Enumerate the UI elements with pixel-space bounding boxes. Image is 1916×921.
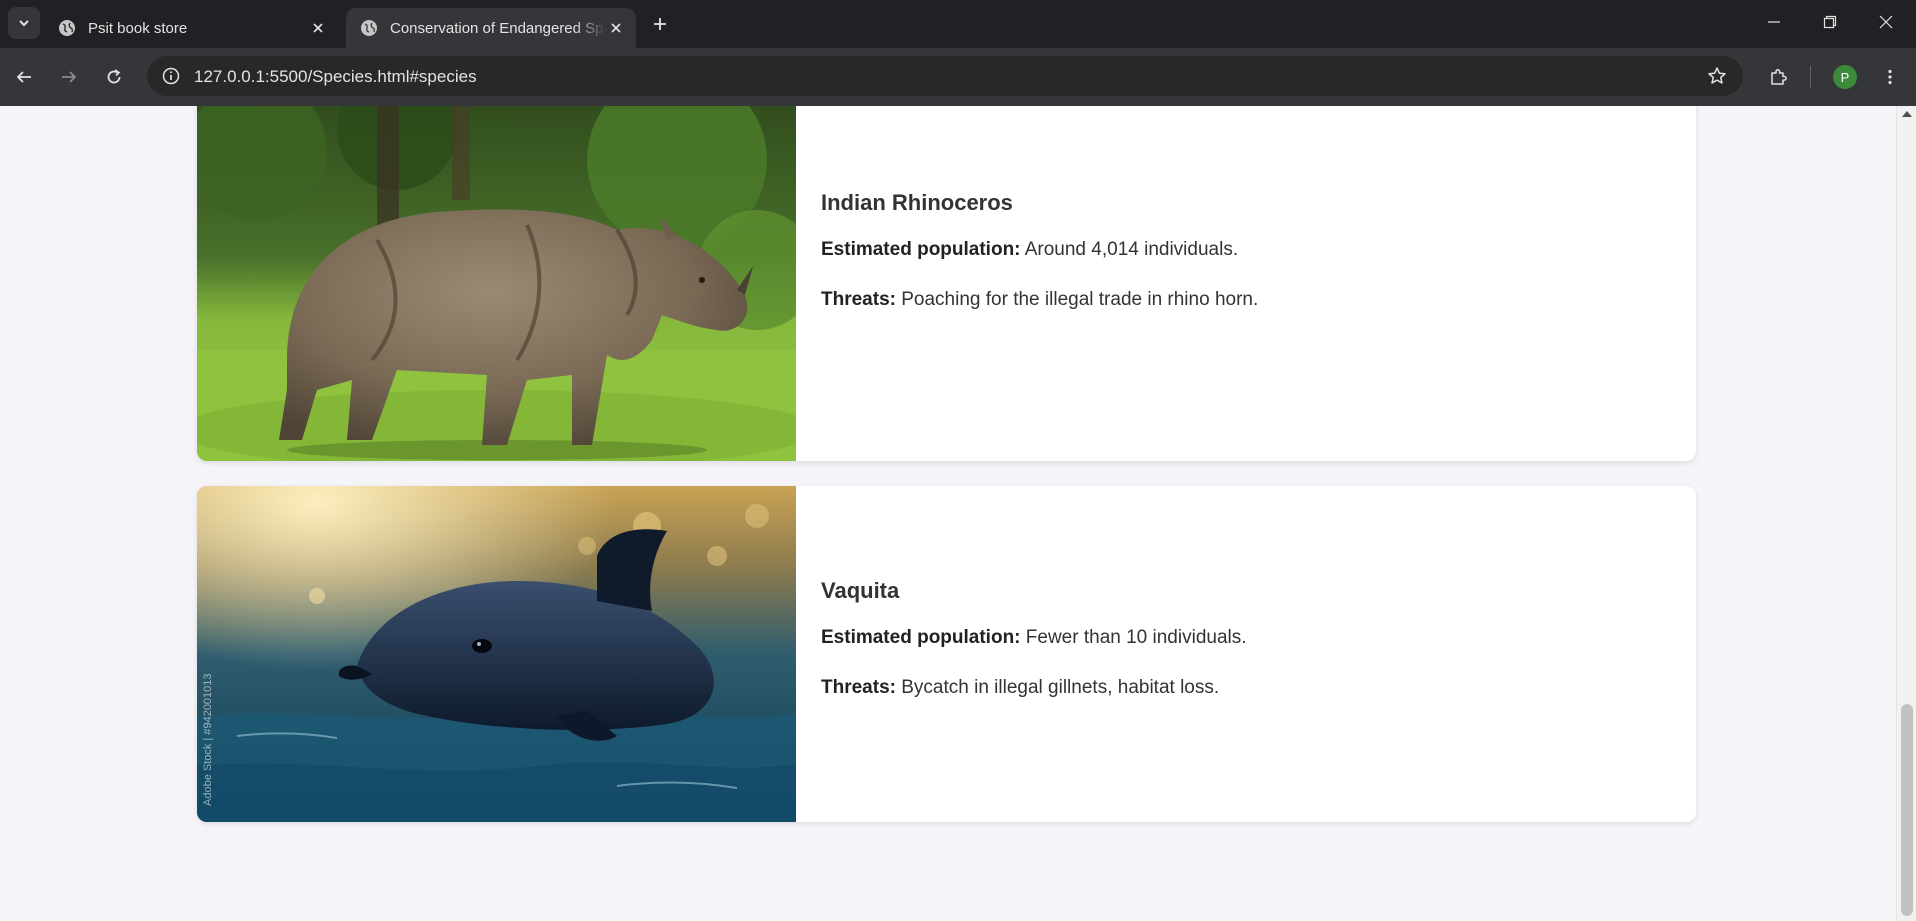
species-threats: Threats: Poaching for the illegal trade … [821, 289, 1258, 311]
url-text[interactable]: 127.0.0.1:5500/Species.html#species [194, 67, 477, 87]
species-population: Estimated population: Around 4,014 indiv… [821, 239, 1258, 261]
restore-button[interactable] [1802, 0, 1858, 44]
tab-psit-book-store[interactable]: Psit book store [44, 8, 338, 48]
arrow-right-icon [62, 71, 77, 83]
puzzle-icon [1771, 68, 1787, 85]
minimize-button[interactable] [1746, 0, 1802, 44]
profile-avatar[interactable]: P [1833, 65, 1857, 89]
extensions-button[interactable] [1762, 61, 1794, 93]
tab-title: Conservation of Endangered Species [390, 19, 606, 37]
info-icon [162, 67, 180, 85]
plus-icon [654, 18, 666, 30]
close-icon [1879, 15, 1893, 29]
species-card: Indian Rhinoceros Estimated population: … [197, 106, 1696, 461]
chevron-down-icon [19, 20, 29, 27]
scroll-up-arrow-icon[interactable] [1902, 111, 1912, 117]
page-scrollbar[interactable] [1896, 106, 1916, 921]
population-label: Estimated population: [821, 627, 1021, 648]
restore-icon [1823, 15, 1837, 29]
kebab-menu-icon [1888, 69, 1892, 85]
globe-icon [361, 20, 377, 36]
menu-button[interactable] [1874, 61, 1906, 93]
minimize-icon [1768, 21, 1780, 23]
address-bar[interactable]: 127.0.0.1:5500/Species.html#species [147, 56, 1743, 96]
threats-value: Poaching for the illegal trade in rhino … [901, 289, 1259, 310]
tab-conservation-of-endangered-species[interactable]: Conservation of Endangered Species [346, 8, 636, 48]
new-tab-button[interactable] [646, 10, 674, 38]
scrollbar-thumb[interactable] [1901, 704, 1913, 916]
species-image-vaquita: Adobe Stock | #942001013 [197, 486, 796, 822]
tab-title: Psit book store [88, 19, 188, 37]
threats-label: Threats: [821, 289, 896, 310]
bookmark-button[interactable] [1703, 62, 1731, 90]
globe-icon [59, 20, 75, 36]
tab-strip: Psit book store Conservation of Endanger… [0, 0, 1916, 48]
forward-button[interactable] [53, 61, 85, 93]
site-info-button[interactable] [157, 62, 185, 90]
reload-button[interactable] [98, 61, 130, 93]
species-threats: Threats: Bycatch in illegal gillnets, ha… [821, 677, 1247, 699]
species-card: Adobe Stock | #942001013 Vaquita Estimat… [197, 486, 1696, 822]
species-info: Indian Rhinoceros Estimated population: … [821, 190, 1258, 339]
browser-toolbar: 127.0.0.1:5500/Species.html#species P [0, 48, 1916, 106]
close-tab-icon[interactable] [308, 18, 328, 38]
tab-search-button[interactable] [8, 7, 40, 39]
population-value: Around 4,014 individuals. [1024, 239, 1239, 260]
toolbar-divider [1810, 66, 1811, 88]
population-label: Estimated population: [821, 239, 1021, 260]
back-button[interactable] [8, 61, 40, 93]
arrow-left-icon [16, 71, 31, 83]
species-name: Indian Rhinoceros [821, 190, 1013, 215]
population-value: Fewer than 10 individuals. [1025, 627, 1247, 648]
threats-value: Bycatch in illegal gillnets, habitat los… [901, 677, 1220, 698]
close-tab-icon[interactable] [606, 18, 626, 38]
species-name: Vaquita [821, 578, 900, 603]
page-viewport: Indian Rhinoceros Estimated population: … [0, 106, 1896, 921]
image-watermark: Adobe Stock | #942001013 [202, 673, 214, 806]
star-icon [1708, 67, 1726, 84]
threats-label: Threats: [821, 677, 896, 698]
reload-icon [107, 69, 121, 84]
species-info: Vaquita Estimated population: Fewer than… [821, 578, 1247, 727]
species-image-indian-rhinoceros [197, 106, 796, 461]
close-window-button[interactable] [1858, 0, 1914, 44]
species-population: Estimated population: Fewer than 10 indi… [821, 627, 1247, 649]
